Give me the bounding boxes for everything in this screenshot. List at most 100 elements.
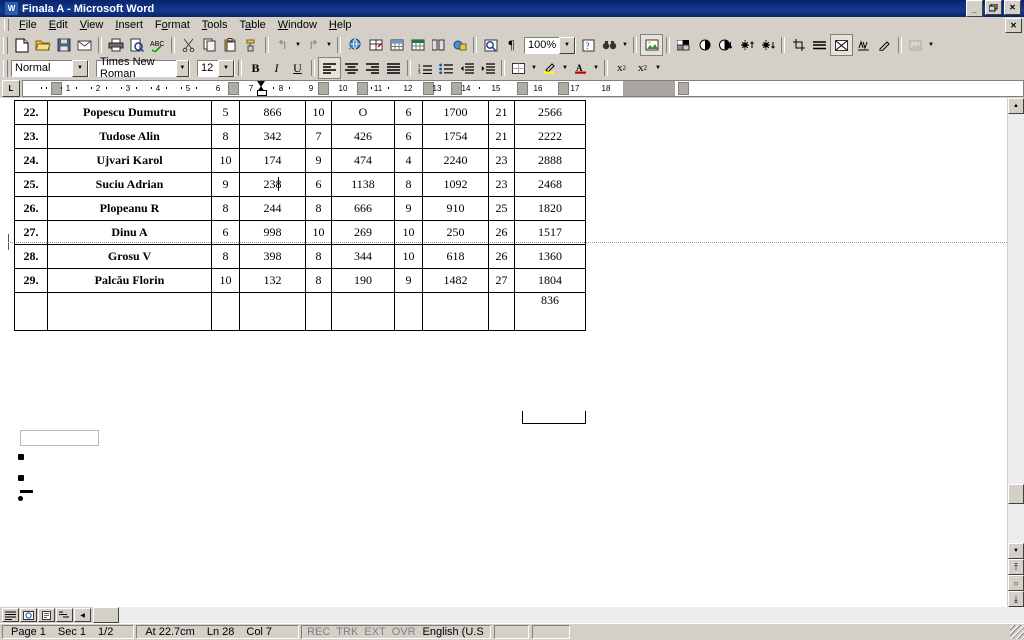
menu-table[interactable]: Table bbox=[233, 18, 271, 32]
scroll-down-button[interactable]: ▼ bbox=[1008, 543, 1024, 559]
less-brightness-icon[interactable] bbox=[757, 35, 778, 55]
borders-dropdown-arrow[interactable]: ▼ bbox=[529, 58, 539, 78]
open-folder-icon[interactable] bbox=[32, 35, 53, 55]
table-cell-no[interactable]: 27. bbox=[14, 220, 48, 245]
undo-dropdown-arrow[interactable]: ▼ bbox=[293, 35, 303, 55]
insert-picture-icon[interactable] bbox=[640, 34, 663, 56]
table-cell-name[interactable]: Ujvari Karol bbox=[47, 148, 212, 173]
table-cell-d[interactable]: 269 bbox=[331, 220, 395, 245]
style-dropdown-arrow[interactable]: ▼ bbox=[72, 59, 88, 77]
table-cell-d[interactable]: 1138 bbox=[331, 172, 395, 197]
table-cell-g[interactable]: 27 bbox=[488, 268, 515, 293]
bulleted-list-icon[interactable] bbox=[435, 58, 456, 78]
new-document-icon[interactable] bbox=[11, 35, 32, 55]
menu-window[interactable]: Window bbox=[272, 18, 323, 32]
table-cell-d[interactable]: O bbox=[331, 100, 395, 125]
table-cell-b[interactable]: 238 bbox=[239, 172, 306, 197]
document-page[interactable]: 22. Popescu Dumutru 5 866 10 O 6 1700 21 2566 23. T… bbox=[0, 98, 1007, 607]
line-style-icon[interactable] bbox=[809, 35, 830, 55]
table-row[interactable]: 22. Popescu Dumutru 5 866 10 O 6 1700 21 2566 bbox=[14, 100, 586, 125]
image-control-icon[interactable] bbox=[673, 35, 694, 55]
table-cell-g[interactable]: 21 bbox=[488, 124, 515, 149]
vertical-scrollbar[interactable]: ▲ ▼ ⤒ ○ ⤓ bbox=[1007, 98, 1024, 607]
table-cell-f[interactable]: 250 bbox=[422, 220, 489, 245]
table-cell-no[interactable]: 28. bbox=[14, 244, 48, 269]
table-cell-h[interactable]: 2888 bbox=[514, 148, 586, 173]
font-color-icon[interactable]: A bbox=[570, 58, 591, 78]
table-row[interactable]: 23. Tudose Alin 8 342 7 426 6 1754 21 2222 bbox=[14, 124, 586, 149]
tables-and-borders-icon[interactable] bbox=[365, 35, 386, 55]
redo-icon[interactable]: ↱ bbox=[303, 35, 324, 55]
menu-grip[interactable] bbox=[4, 19, 9, 31]
table-row[interactable]: 24. Ujvari Karol 10 174 9 474 4 2240 23 2888 bbox=[14, 148, 586, 173]
binoculars-icon[interactable] bbox=[599, 35, 620, 55]
table-cell-name[interactable] bbox=[47, 292, 212, 331]
horizontal-ruler[interactable]: L 1 2 3 4 5 6 7 8 9 10 11 12 13 14 15 16… bbox=[0, 80, 1024, 98]
table-cell-b[interactable]: 132 bbox=[239, 268, 306, 293]
previous-page-button[interactable]: ⤒ bbox=[1008, 559, 1024, 575]
table-cell-g[interactable]: 25 bbox=[488, 196, 515, 221]
table-row[interactable]: 25. Suciu Adrian 9 238 6 1138 8 1092 23 2468 bbox=[14, 172, 586, 197]
table-cell-b[interactable]: 342 bbox=[239, 124, 306, 149]
menu-edit[interactable]: Edit bbox=[43, 18, 74, 32]
more-contrast-icon[interactable] bbox=[694, 35, 715, 55]
table-row[interactable]: 27. Dinu A 6 998 10 269 10 250 26 1517 bbox=[14, 220, 586, 245]
next-page-button[interactable]: ⤓ bbox=[1008, 591, 1024, 607]
table-cell-g[interactable]: 23 bbox=[488, 172, 515, 197]
table-cell-name[interactable]: Popescu Dumutru bbox=[47, 100, 212, 125]
table-cell-e[interactable]: 9 bbox=[394, 196, 423, 221]
table-cell-h[interactable]: 1517 bbox=[514, 220, 586, 245]
list-item[interactable] bbox=[18, 446, 24, 467]
table-cell-g[interactable]: 21 bbox=[488, 100, 515, 125]
table-cell-a[interactable]: 5 bbox=[211, 100, 240, 125]
menu-insert[interactable]: Insert bbox=[109, 18, 149, 32]
table-cell-b[interactable]: 866 bbox=[239, 100, 306, 125]
table-cell-c[interactable]: 10 bbox=[305, 100, 332, 125]
paste-icon[interactable] bbox=[220, 35, 241, 55]
restore-button[interactable] bbox=[985, 0, 1002, 15]
text-wrapping-icon[interactable] bbox=[830, 34, 853, 56]
horizontal-scroll-bar[interactable]: ◀ bbox=[0, 607, 1024, 623]
outline-view-button[interactable] bbox=[56, 608, 73, 622]
table-cell-b[interactable]: 174 bbox=[239, 148, 306, 173]
table-cell-b[interactable]: 998 bbox=[239, 220, 306, 245]
menu-view[interactable]: View bbox=[74, 18, 110, 32]
table-cell-no[interactable]: 26. bbox=[14, 196, 48, 221]
vertical-scroll-track[interactable] bbox=[1008, 114, 1024, 543]
numbered-list-icon[interactable]: 123 bbox=[414, 58, 435, 78]
table-cell-e[interactable]: 10 bbox=[394, 220, 423, 245]
table-cell-name[interactable]: Palcău Florin bbox=[47, 268, 212, 293]
table-cell-g[interactable]: 23 bbox=[488, 148, 515, 173]
reset-picture-icon[interactable] bbox=[905, 35, 926, 55]
table-cell-a[interactable]: 9 bbox=[211, 172, 240, 197]
increase-indent-icon[interactable] bbox=[477, 58, 498, 78]
set-transparent-color-icon[interactable] bbox=[874, 35, 895, 55]
table-cell-f[interactable]: 1700 bbox=[422, 100, 489, 125]
font-dropdown-arrow[interactable]: ▼ bbox=[175, 59, 189, 77]
table-row[interactable]: 29. Palcău Florin 10 132 8 190 9 1482 27 1804 bbox=[14, 268, 586, 293]
table-cell-h[interactable]: 2468 bbox=[514, 172, 586, 197]
ruler-column-marker[interactable] bbox=[678, 82, 689, 95]
ruler-column-marker[interactable] bbox=[228, 82, 239, 95]
format-picture-icon[interactable] bbox=[853, 35, 874, 55]
superscript-icon[interactable]: x2 bbox=[611, 58, 632, 78]
status-trk[interactable]: TRK bbox=[333, 626, 361, 638]
status-ext[interactable]: EXT bbox=[361, 626, 388, 638]
status-extra-box[interactable] bbox=[531, 625, 570, 639]
table-cell-a[interactable]: 6 bbox=[211, 220, 240, 245]
highlight-icon[interactable] bbox=[539, 58, 560, 78]
underline-button[interactable]: U bbox=[287, 58, 308, 78]
justify-icon[interactable] bbox=[383, 58, 404, 78]
status-rec[interactable]: REC bbox=[304, 626, 333, 638]
table-cell-name[interactable]: Plopeanu R bbox=[47, 196, 212, 221]
format-painter-icon[interactable] bbox=[241, 35, 262, 55]
font-size-dropdown-arrow[interactable]: ▼ bbox=[218, 59, 234, 77]
menu-file[interactable]: FFileile bbox=[13, 18, 43, 32]
menu-help[interactable]: Help bbox=[323, 18, 358, 32]
style-combo[interactable]: Normal ▼ bbox=[11, 59, 89, 77]
less-contrast-icon[interactable] bbox=[715, 35, 736, 55]
table-cell-no[interactable]: 29. bbox=[14, 268, 48, 293]
horizontal-scroll-thumb[interactable] bbox=[93, 607, 119, 623]
more-brightness-icon[interactable] bbox=[736, 35, 757, 55]
vertical-scroll-thumb[interactable] bbox=[1008, 484, 1024, 504]
